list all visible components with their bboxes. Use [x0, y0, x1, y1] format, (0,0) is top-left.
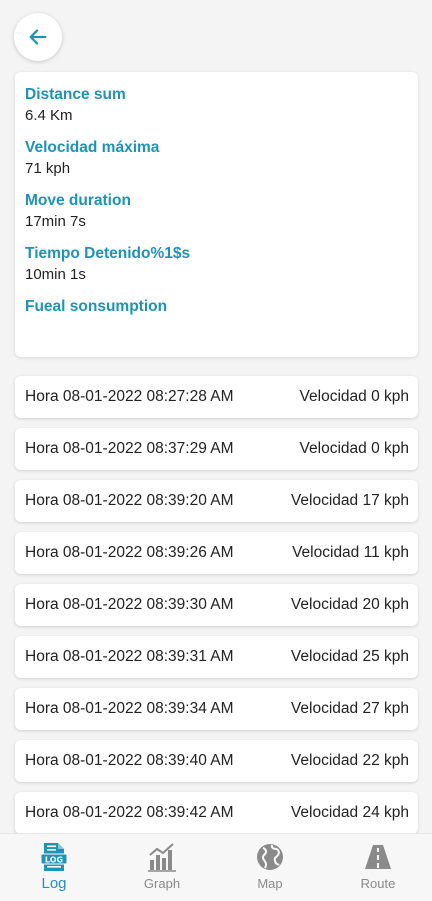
trip-summary-card: Distance sum 6.4 Km Velocidad máxima 71 … — [15, 72, 418, 357]
log-speed: Velocidad 0 kph — [299, 388, 409, 405]
log-speed: Velocidad 27 kph — [290, 700, 409, 717]
list-item[interactable]: Hora 08-01-2022 08:39:42 AM Velocidad 24… — [15, 792, 418, 834]
log-time: Hora 08-01-2022 08:39:40 AM — [25, 752, 234, 769]
stat-fuel-consumption: Fueal sonsumption — [25, 297, 408, 317]
road-icon — [363, 842, 393, 872]
log-time: Hora 08-01-2022 08:39:31 AM — [25, 648, 234, 665]
log-speed: Velocidad 24 kph — [290, 804, 409, 821]
stat-label: Tiempo Detenido%1$s — [25, 245, 191, 262]
stat-move-duration: Move duration 17min 7s — [25, 191, 408, 233]
stat-value: 6.4 Km — [25, 107, 73, 124]
nav-label: Map — [257, 876, 283, 891]
stat-stopped-time: Tiempo Detenido%1$s 10min 1s — [25, 244, 408, 286]
list-item[interactable]: Hora 08-01-2022 08:39:20 AM Velocidad 17… — [15, 480, 418, 522]
svg-text:LOG: LOG — [45, 856, 63, 865]
bottom-navigation: LOG Log Graph Map Route — [0, 833, 432, 901]
stat-value: 71 kph — [25, 160, 71, 177]
log-icon: LOG — [39, 842, 69, 872]
stat-value: 10min 1s — [25, 266, 86, 283]
back-button[interactable] — [14, 13, 62, 61]
nav-label: Log — [41, 875, 67, 892]
globe-icon — [255, 842, 285, 872]
stat-label: Velocidad máxima — [25, 139, 160, 156]
log-speed: Velocidad 22 kph — [290, 752, 409, 769]
arrow-left-icon — [29, 29, 47, 45]
log-time: Hora 08-01-2022 08:39:26 AM — [25, 544, 234, 561]
log-time: Hora 08-01-2022 08:39:42 AM — [25, 804, 234, 821]
log-time: Hora 08-01-2022 08:39:20 AM — [25, 492, 234, 509]
list-item[interactable]: Hora 08-01-2022 08:39:34 AM Velocidad 27… — [15, 688, 418, 730]
stat-label: Fueal sonsumption — [25, 298, 168, 315]
log-speed: Velocidad 0 kph — [299, 440, 409, 457]
list-item[interactable]: Hora 08-01-2022 08:39:31 AM Velocidad 25… — [15, 636, 418, 678]
log-time: Hora 08-01-2022 08:39:30 AM — [25, 596, 234, 613]
stat-distance: Distance sum 6.4 Km — [25, 85, 408, 127]
nav-label: Route — [360, 876, 396, 891]
log-speed: Velocidad 17 kph — [290, 492, 409, 509]
log-speed: Velocidad 20 kph — [290, 596, 409, 613]
list-item[interactable]: Hora 08-01-2022 08:39:30 AM Velocidad 20… — [15, 584, 418, 626]
log-time: Hora 08-01-2022 08:37:29 AM — [25, 440, 234, 457]
stat-label: Distance sum — [25, 86, 126, 103]
log-speed: Velocidad 11 kph — [292, 544, 409, 561]
stat-label: Move duration — [25, 192, 131, 209]
log-time: Hora 08-01-2022 08:39:34 AM — [25, 700, 234, 717]
stat-max-speed: Velocidad máxima 71 kph — [25, 138, 408, 180]
log-speed: Velocidad 25 kph — [290, 648, 409, 665]
log-list: Hora 08-01-2022 08:27:28 AM Velocidad 0 … — [15, 376, 418, 844]
list-item[interactable]: Hora 08-01-2022 08:39:26 AM Velocidad 11… — [15, 532, 418, 574]
list-item[interactable]: Hora 08-01-2022 08:27:28 AM Velocidad 0 … — [15, 376, 418, 418]
list-item[interactable]: Hora 08-01-2022 08:39:40 AM Velocidad 22… — [15, 740, 418, 782]
nav-item-graph[interactable]: Graph — [108, 834, 216, 901]
log-time: Hora 08-01-2022 08:27:28 AM — [25, 388, 234, 405]
nav-item-map[interactable]: Map — [216, 834, 324, 901]
list-item[interactable]: Hora 08-01-2022 08:37:29 AM Velocidad 0 … — [15, 428, 418, 470]
nav-item-route[interactable]: Route — [324, 834, 432, 901]
bar-chart-icon — [147, 842, 177, 872]
nav-item-log[interactable]: LOG Log — [0, 834, 108, 901]
nav-label: Graph — [143, 876, 181, 891]
stat-value: 17min 7s — [25, 213, 86, 230]
